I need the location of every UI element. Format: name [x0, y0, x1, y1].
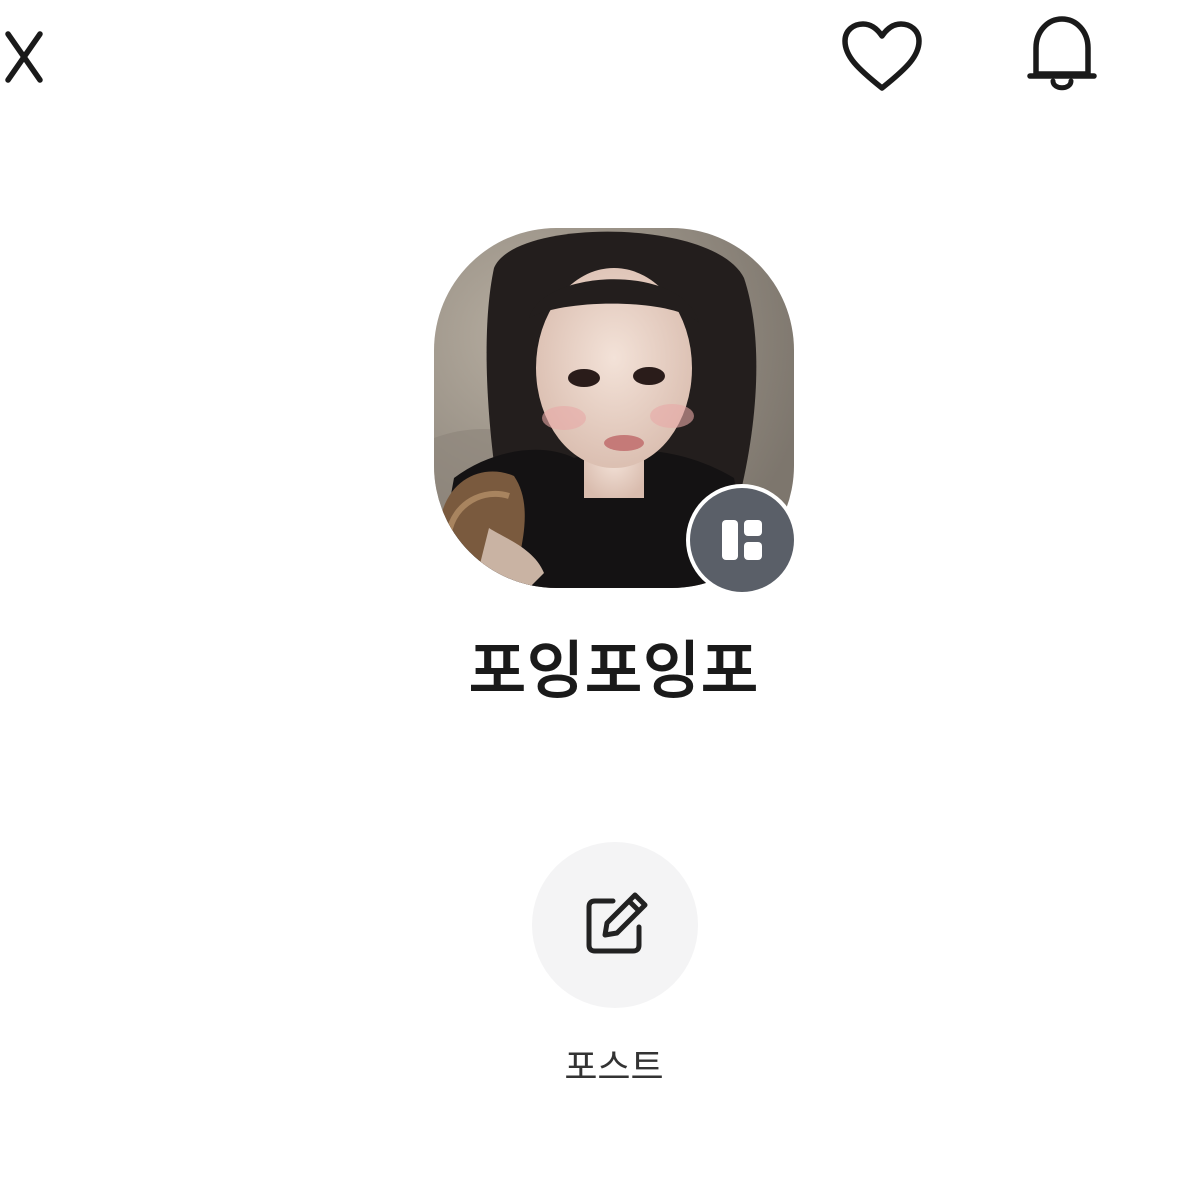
heart-icon — [842, 21, 922, 91]
like-button[interactable] — [832, 14, 932, 98]
profile-name: 포잉포잉포 — [468, 634, 760, 707]
profile-page: 포잉포잉포 포스트 — [0, 0, 1200, 1200]
channel-badge — [686, 484, 798, 596]
bell-icon — [1027, 16, 1097, 91]
close-button[interactable] — [0, 20, 60, 92]
channel-badge-icon — [722, 520, 762, 560]
post-button[interactable] — [532, 842, 698, 1008]
edit-icon — [586, 892, 648, 954]
profile-avatar[interactable] — [434, 228, 800, 596]
close-icon — [5, 31, 43, 83]
notification-button[interactable] — [1016, 8, 1108, 100]
post-label: 포스트 — [564, 1047, 664, 1088]
